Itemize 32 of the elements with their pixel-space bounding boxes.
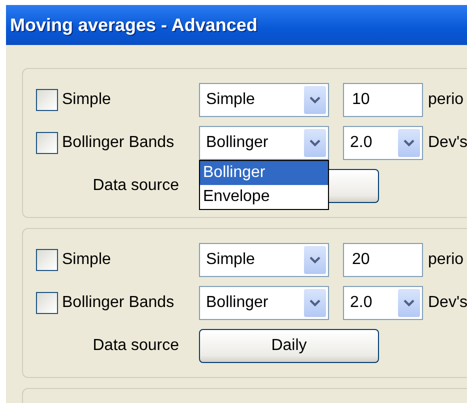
chevron-down-icon bbox=[398, 289, 420, 317]
type-dropdown[interactable]: Simple bbox=[199, 83, 329, 117]
chevron-down-icon bbox=[304, 86, 326, 114]
unit-label: perio bbox=[428, 251, 464, 269]
checkbox[interactable] bbox=[36, 292, 58, 314]
checkbox[interactable] bbox=[36, 249, 58, 271]
deviation-dropdown[interactable]: 2.0 bbox=[343, 126, 423, 160]
checkbox-label: Simple bbox=[62, 251, 111, 269]
unit-label: Dev's bbox=[428, 134, 467, 152]
dropdown-option[interactable]: Envelope bbox=[200, 185, 328, 209]
checkbox-label: Bollinger Bands bbox=[62, 134, 174, 152]
checkbox-label: Bollinger Bands bbox=[62, 294, 174, 312]
checkbox-label: Simple bbox=[62, 91, 111, 109]
data-source-button[interactable]: Daily bbox=[199, 329, 379, 363]
chevron-down-icon bbox=[304, 289, 326, 317]
period-field[interactable]: 10 bbox=[343, 83, 423, 117]
checkbox[interactable] bbox=[36, 132, 58, 154]
type-dropdown[interactable]: Simple bbox=[199, 243, 329, 277]
chevron-down-icon bbox=[304, 129, 326, 157]
data-source-label: Data source bbox=[92, 177, 179, 195]
type-dropdown[interactable]: Bollinger bbox=[199, 126, 329, 160]
window-title: Moving averages - Advanced bbox=[10, 14, 258, 36]
dropdown-option[interactable]: Bollinger bbox=[200, 161, 328, 185]
chevron-down-icon bbox=[398, 129, 420, 157]
period-field[interactable]: 20 bbox=[343, 243, 423, 277]
type-dropdown[interactable]: Bollinger bbox=[199, 286, 329, 320]
data-source-label: Data source bbox=[92, 337, 179, 355]
unit-label: Dev's bbox=[428, 294, 467, 312]
chevron-down-icon bbox=[304, 246, 326, 274]
unit-label: perio bbox=[428, 91, 464, 109]
deviation-dropdown[interactable]: 2.0 bbox=[343, 286, 423, 320]
checkbox[interactable] bbox=[36, 89, 58, 111]
